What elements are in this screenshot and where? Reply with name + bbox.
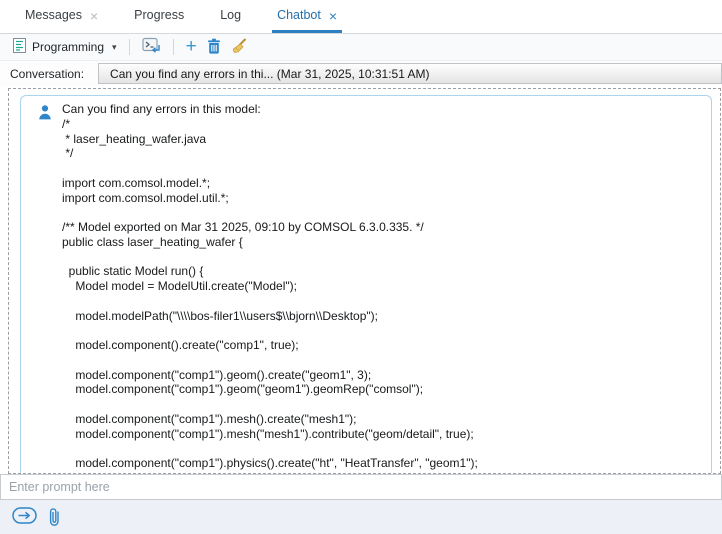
tab-label: Progress	[134, 8, 184, 22]
attach-file-button[interactable]	[48, 507, 61, 531]
tab-label: Chatbot	[277, 8, 321, 22]
chat-transcript-area: Can you find any errors in this model:/*…	[0, 86, 722, 474]
chat-transcript-border: Can you find any errors in this model:/*…	[8, 88, 721, 474]
tab-label: Messages	[25, 8, 82, 22]
conversation-selected-title: Can you find any errors in thi... (Mar 3…	[110, 67, 430, 81]
plus-icon: +	[186, 40, 197, 54]
conversation-row: Conversation: Can you find any errors in…	[0, 61, 722, 86]
delete-conversation-button[interactable]	[202, 36, 226, 59]
programming-label: Programming	[32, 40, 104, 54]
send-arrow-icon	[12, 507, 37, 527]
run-in-console-button[interactable]	[137, 35, 166, 59]
toolbar-separator	[173, 39, 174, 55]
programming-document-icon	[13, 38, 26, 56]
clear-conversation-broom-button[interactable]	[226, 36, 252, 59]
tab-log[interactable]: Log	[215, 0, 246, 33]
conversation-select[interactable]: Can you find any errors in thi... (Mar 3…	[98, 63, 722, 84]
bottom-action-bar	[0, 500, 722, 534]
programming-dropdown-button[interactable]: Programming ▾	[8, 36, 122, 58]
broom-icon	[231, 38, 247, 57]
message-text: Can you find any errors in this model:/*…	[62, 102, 478, 471]
close-icon[interactable]: ×	[329, 9, 337, 23]
toolbar-separator	[129, 39, 130, 55]
chatbot-panel: Messages × Progress Log Chatbot × Progra…	[0, 0, 722, 534]
prompt-row	[0, 474, 722, 500]
user-avatar-icon	[37, 104, 53, 125]
tab-messages[interactable]: Messages ×	[20, 0, 103, 33]
close-icon[interactable]: ×	[90, 9, 98, 23]
prompt-input[interactable]	[0, 474, 722, 500]
user-message-bubble: Can you find any errors in this model:/*…	[20, 95, 712, 474]
tab-progress[interactable]: Progress	[129, 0, 189, 33]
tab-bar: Messages × Progress Log Chatbot ×	[0, 0, 722, 33]
terminal-icon	[142, 37, 161, 57]
toolbar: Programming ▾ +	[0, 33, 722, 61]
trash-icon	[207, 38, 221, 57]
send-prompt-button[interactable]	[12, 507, 37, 527]
tab-label: Log	[220, 8, 241, 22]
paperclip-icon	[48, 507, 61, 531]
tab-chatbot[interactable]: Chatbot ×	[272, 0, 342, 33]
new-conversation-button[interactable]: +	[181, 38, 202, 56]
chevron-down-icon: ▾	[112, 42, 117, 53]
conversation-label: Conversation:	[10, 67, 84, 81]
